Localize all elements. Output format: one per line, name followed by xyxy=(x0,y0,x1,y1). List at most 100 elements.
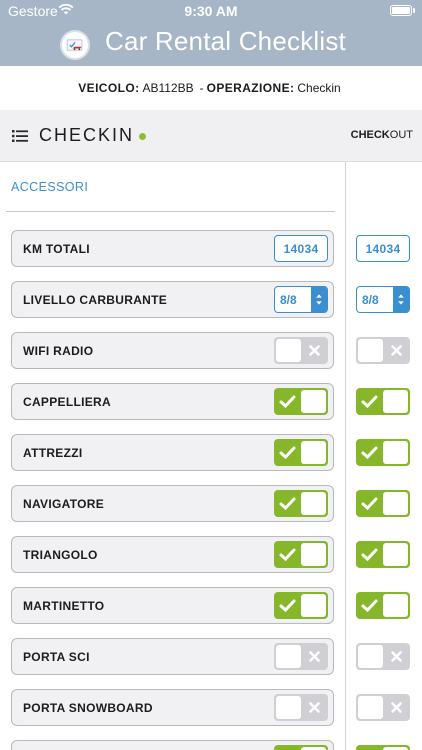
checkout-toggle[interactable] xyxy=(356,541,410,568)
checklist-row: ATTREZZI xyxy=(11,434,334,471)
select-value: 8/8 xyxy=(280,293,297,307)
toggle-knob xyxy=(276,339,301,362)
info-separator: - xyxy=(199,81,204,95)
checkin-toggle[interactable] xyxy=(274,337,328,364)
list-icon[interactable] xyxy=(12,130,28,142)
group-title: ACCESSORI xyxy=(11,180,89,194)
checkin-toggle[interactable] xyxy=(274,745,328,750)
checkout-km-input[interactable]: 14034 xyxy=(356,235,410,262)
status-bar: Gestore 9:30 AM xyxy=(0,0,422,22)
toggle-knob xyxy=(383,594,408,617)
checkin-toggle[interactable] xyxy=(274,490,328,517)
check-icon xyxy=(279,446,296,460)
check-icon xyxy=(361,497,378,511)
toggle-knob xyxy=(383,543,408,566)
car-logo-icon xyxy=(60,30,90,60)
checkin-toggle[interactable] xyxy=(274,643,328,670)
toggle-knob xyxy=(276,645,301,668)
toggle-knob xyxy=(383,441,408,464)
checkout-toggle[interactable] xyxy=(356,745,410,750)
checklist-row: PORTA SNOWBOARD xyxy=(11,689,334,726)
check-icon xyxy=(279,395,296,409)
operation-value: Checkin xyxy=(297,81,341,95)
row-label: PORTA SCI xyxy=(23,650,90,664)
checklist-row: KM TOTALI 14034 xyxy=(11,230,334,267)
toggle-knob xyxy=(383,492,408,515)
x-icon xyxy=(391,345,402,356)
checkin-km-input[interactable]: 14034 xyxy=(274,235,328,262)
check-icon xyxy=(356,745,383,750)
row-label: LIVELLO CARBURANTE xyxy=(23,293,168,307)
toggle-knob xyxy=(301,441,326,464)
checkout-toggle[interactable] xyxy=(356,592,410,619)
x-icon xyxy=(309,345,320,356)
checkin-toggle[interactable] xyxy=(274,388,328,415)
row-label: ATTREZZI xyxy=(23,446,83,460)
toggle-knob xyxy=(358,339,383,362)
select-value: 8/8 xyxy=(362,293,379,307)
checklist-row: LIVELLO CARBURANTE 8/8 xyxy=(11,281,334,318)
battery-icon xyxy=(390,5,415,16)
checkout-toggle[interactable] xyxy=(356,337,410,364)
tab-checkout[interactable]: CHECKOUT xyxy=(351,129,413,141)
active-indicator xyxy=(139,133,146,140)
row-label: PORTA SNOWBOARD xyxy=(23,701,153,715)
tab-checkin[interactable]: CHECKIN xyxy=(39,125,134,146)
toggle-knob xyxy=(301,543,326,566)
check-icon xyxy=(279,548,296,562)
checkout-tab-bold: CHECK xyxy=(350,129,390,141)
checkout-fuel-select[interactable]: 8/8 xyxy=(356,286,410,313)
check-icon xyxy=(361,446,378,460)
checkout-toggle[interactable] xyxy=(356,388,410,415)
row-label: KM TOTALI xyxy=(23,242,90,256)
checkout-toggle[interactable] xyxy=(356,490,410,517)
checkout-toggle[interactable] xyxy=(356,643,410,670)
row-label: CAPPELLIERA xyxy=(23,395,111,409)
x-icon xyxy=(391,651,402,662)
checkin-fuel-select[interactable]: 8/8 xyxy=(274,286,328,313)
app-title: Car Rental Checklist xyxy=(105,26,346,56)
check-icon xyxy=(279,497,296,511)
checkout-toggle[interactable] xyxy=(356,439,410,466)
toggle-knob xyxy=(301,594,326,617)
stepper-arrows-icon xyxy=(311,287,327,312)
toggle-knob xyxy=(383,390,408,413)
checklist-row xyxy=(11,740,334,750)
vehicle-plate: AB112BB xyxy=(142,81,194,95)
x-icon xyxy=(391,702,402,713)
operation-label: OPERAZIONE: xyxy=(206,81,295,95)
toggle-knob xyxy=(301,492,326,515)
x-icon xyxy=(309,702,320,713)
checkout-tab-rest: OUT xyxy=(389,129,413,141)
check-icon xyxy=(361,548,378,562)
toggle-knob xyxy=(276,696,301,719)
checkin-toggle[interactable] xyxy=(274,541,328,568)
row-label: NAVIGATORE xyxy=(23,497,105,511)
checklist-row: PORTA SCI xyxy=(11,638,334,675)
column-divider xyxy=(345,162,346,750)
toggle-knob xyxy=(301,390,326,413)
vehicle-info: VEICOLO: AB112BB - OPERAZIONE: Checkin xyxy=(0,66,422,110)
row-label: TRIANGOLO xyxy=(23,548,98,562)
section-header: CHECKIN CHECKOUT xyxy=(0,110,422,162)
checkin-toggle[interactable] xyxy=(274,694,328,721)
check-icon xyxy=(361,599,378,613)
check-icon xyxy=(274,745,301,750)
checkin-toggle[interactable] xyxy=(274,592,328,619)
vehicle-label: VEICOLO: xyxy=(78,81,140,95)
checkin-toggle[interactable] xyxy=(274,439,328,466)
checkout-toggle[interactable] xyxy=(356,694,410,721)
group-divider xyxy=(6,211,335,212)
x-icon xyxy=(309,651,320,662)
checklist-row: WIFI RADIO xyxy=(11,332,334,369)
checklist-row: NAVIGATORE xyxy=(11,485,334,522)
toggle-knob xyxy=(358,696,383,719)
checklist-row: CAPPELLIERA xyxy=(11,383,334,420)
app-header: Car Rental Checklist xyxy=(0,22,422,66)
stepper-arrows-icon xyxy=(393,287,409,312)
checklist-row: MARTINETTO xyxy=(11,587,334,624)
row-label: MARTINETTO xyxy=(23,599,105,613)
row-label: WIFI RADIO xyxy=(23,344,94,358)
toggle-knob xyxy=(358,645,383,668)
clock: 9:30 AM xyxy=(184,3,238,19)
